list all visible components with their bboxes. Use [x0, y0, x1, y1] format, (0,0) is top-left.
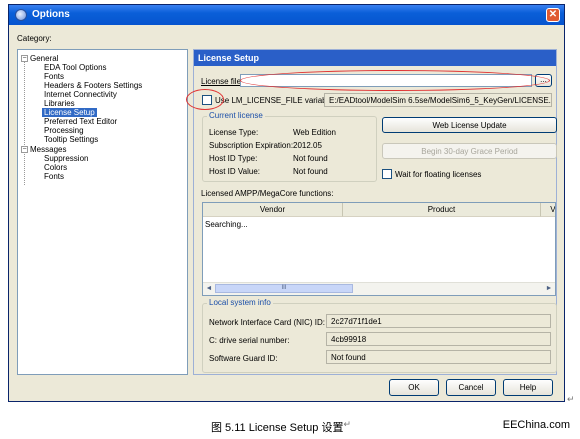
options-dialog: Options ✕ Category: − General EDA Tool O… — [8, 4, 565, 402]
collapse-icon[interactable]: − — [21, 146, 28, 153]
cancel-button[interactable]: Cancel — [446, 379, 496, 396]
drive-serial-field: 4cb99918 — [326, 332, 551, 346]
close-button[interactable]: ✕ — [546, 8, 560, 22]
grace-period-button[interactable]: Begin 30-day Grace Period — [382, 143, 557, 159]
app-icon — [15, 9, 27, 21]
category-tree[interactable]: − General EDA Tool Options Fonts Headers… — [17, 49, 188, 375]
license-file-label: License file: — [201, 77, 244, 86]
tree-line — [24, 151, 25, 185]
subscription-expiration-value: 2012.05 — [293, 141, 322, 150]
column-header-version[interactable]: Versi — [541, 203, 555, 217]
nic-id-label: Network Interface Card (NIC) ID: — [209, 318, 326, 327]
wait-floating-label: Wait for floating licenses — [395, 170, 482, 179]
wait-floating-checkbox[interactable] — [382, 169, 392, 179]
subscription-expiration-label: Subscription Expiration: — [209, 141, 294, 150]
tree-item-message-fonts[interactable]: Fonts — [44, 172, 64, 181]
current-license-title: Current license — [207, 111, 265, 120]
host-id-value-value: Not found — [293, 167, 328, 176]
scroll-right-icon[interactable]: ► — [544, 284, 554, 294]
panel-title: License Setup — [194, 50, 556, 66]
column-header-vendor[interactable]: Vendor — [203, 203, 343, 217]
current-license-group: Current license License Type: Web Editio… — [202, 111, 377, 182]
tree-item-libraries[interactable]: Libraries — [44, 99, 75, 108]
tree-item-internet-connectivity[interactable]: Internet Connectivity — [44, 90, 117, 99]
tree-item-preferred-text-editor[interactable]: Preferred Text Editor — [44, 117, 117, 126]
column-header-product[interactable]: Product — [343, 203, 541, 217]
local-system-info-group: Local system info Network Interface Card… — [202, 298, 557, 373]
drive-serial-label: C: drive serial number: — [209, 336, 290, 345]
tree-item-colors[interactable]: Colors — [44, 163, 67, 172]
highlight-oval — [186, 89, 224, 110]
brand-label: EEChina.com — [502, 419, 570, 431]
license-type-label: License Type: — [209, 128, 259, 137]
caption-text: 图 5.11 License Setup 设置 — [211, 422, 344, 434]
host-id-type-value: Not found — [293, 154, 328, 163]
tree-item-processing[interactable]: Processing — [44, 126, 84, 135]
functions-list[interactable]: Vendor Product Versi Searching... ◄ III … — [202, 202, 556, 296]
title-bar[interactable]: Options ✕ — [9, 5, 564, 25]
tree-line — [24, 59, 25, 147]
host-id-value-label: Host ID Value: — [209, 167, 260, 176]
highlight-oval — [240, 70, 550, 91]
license-path-field: E:/EADtool/ModelSim 6.5se/ModelSim6_5_Ke… — [324, 93, 552, 107]
window-title: Options — [32, 9, 70, 20]
category-label: Category: — [17, 34, 52, 43]
tree-item-eda-tool-options[interactable]: EDA Tool Options — [44, 63, 107, 72]
nic-id-field: 2c27d71f1de1 — [326, 314, 551, 328]
scroll-left-icon[interactable]: ◄ — [204, 284, 214, 294]
help-button[interactable]: Help — [503, 379, 553, 396]
list-status: Searching... — [205, 220, 248, 229]
tree-item-headers-footers[interactable]: Headers & Footers Settings — [44, 81, 142, 90]
license-type-value: Web Edition — [293, 128, 336, 137]
tree-item-license-setup[interactable]: License Setup — [42, 108, 97, 117]
scroll-thumb[interactable]: III — [215, 284, 353, 293]
figure-caption: 图 5.11 License Setup 设置 ↵ — [211, 419, 351, 435]
caption-return-mark: ↵ — [343, 419, 352, 429]
web-license-update-button[interactable]: Web License Update — [382, 117, 557, 133]
use-lm-license-label: Use LM_LICENSE_FILE variable: — [215, 96, 336, 105]
host-id-type-label: Host ID Type: — [209, 154, 258, 163]
functions-label: Licensed AMPP/MegaCore functions: — [201, 189, 334, 198]
horizontal-scrollbar[interactable]: ◄ III ► — [203, 282, 555, 295]
software-guard-label: Software Guard ID: — [209, 354, 278, 363]
collapse-icon[interactable]: − — [21, 55, 28, 62]
tree-item-suppression[interactable]: Suppression — [44, 154, 88, 163]
local-system-info-title: Local system info — [207, 298, 273, 307]
ok-button[interactable]: OK — [389, 379, 439, 396]
license-setup-panel: License Setup License file: ... Use LM_L… — [186, 49, 557, 375]
return-mark: ↵ — [567, 394, 575, 404]
tree-item-general[interactable]: General — [30, 54, 58, 63]
tree-item-tooltip-settings[interactable]: Tooltip Settings — [44, 135, 98, 144]
software-guard-field: Not found — [326, 350, 551, 364]
tree-item-messages[interactable]: Messages — [30, 145, 66, 154]
tree-item-fonts[interactable]: Fonts — [44, 72, 64, 81]
